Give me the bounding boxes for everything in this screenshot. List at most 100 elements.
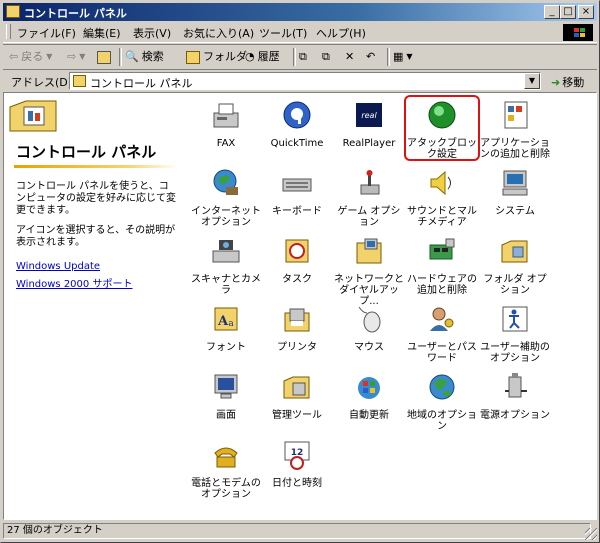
menu-edit[interactable]: 編集(E) <box>83 25 121 41</box>
control-panel-item-users-passwords[interactable]: ユーザーとパスワード <box>407 303 477 364</box>
windows-support-link[interactable]: Windows 2000 サポート <box>16 275 132 290</box>
control-panel-item-scanners-cameras[interactable]: スキャナとカメラ <box>191 235 261 296</box>
folders-icon <box>186 50 200 64</box>
control-panel-item-display[interactable]: 画面 <box>191 371 261 421</box>
control-panel-item-printers[interactable]: プリンタ <box>262 303 332 353</box>
forward-arrow-icon: ⇨ <box>67 50 77 63</box>
windows-update-link[interactable]: Windows Update <box>16 261 100 272</box>
control-panel-item-sound-multimedia[interactable]: サウンドとマルチメディア <box>407 167 477 228</box>
menu-file[interactable]: ファイル(F) <box>17 25 76 41</box>
control-panel-item-power-options[interactable]: 電源オプション <box>480 371 550 421</box>
control-panel-item-network-dialup[interactable]: ネットワークとダイヤルアップ... <box>334 235 404 307</box>
item-label: ハードウェアの追加と削除 <box>407 274 477 296</box>
item-label: 日付と時刻 <box>272 478 322 489</box>
control-panel-item-keyboard[interactable]: キーボード <box>262 167 332 217</box>
control-panel-item-fonts[interactable]: Aa フォント <box>191 303 261 353</box>
menu-grip <box>6 24 11 39</box>
item-label: システム <box>495 206 535 217</box>
item-label: フォルダ オプション <box>483 274 547 296</box>
realplayer-icon: real <box>356 103 382 127</box>
explorer-window: コントロール パネル _ □ × ファイル(F) 編集(E) 表示(V) お気に… <box>0 0 600 543</box>
item-label: ユーザー補助のオプション <box>480 342 550 364</box>
control-panel-item-add-hardware[interactable]: ハードウェアの追加と削除 <box>407 235 477 296</box>
internet-options-icon <box>213 169 238 195</box>
go-label: 移動 <box>562 76 585 89</box>
copy-to-button[interactable]: ⧉ <box>322 48 330 66</box>
control-panel-item-add-remove-programs[interactable]: アプリケーションの追加と削除 <box>480 99 550 160</box>
control-panel-item-date-time[interactable]: 12 日付と時刻 <box>262 439 332 489</box>
control-panel-item-realplayer[interactable]: real RealPlayer <box>334 99 404 149</box>
game-controller-icon <box>360 170 380 195</box>
item-label: QuickTime <box>270 138 324 149</box>
web-view-pane: コントロール パネル コントロール パネルを使うと、コンピュータの設定を好みに応… <box>4 93 182 519</box>
toolbar-separator <box>293 48 296 66</box>
item-label: フォント <box>206 342 246 353</box>
item-label: タスク <box>282 274 312 285</box>
search-button[interactable]: 🔍 検索 <box>125 48 164 66</box>
maximize-button[interactable]: □ <box>560 5 576 19</box>
back-button[interactable]: ⇦ 戻る ▼ <box>9 48 52 66</box>
control-panel-item-game-options[interactable]: ゲーム オプション <box>334 167 404 228</box>
address-input[interactable]: コントロール パネル <box>69 72 541 90</box>
standard-toolbar: ⇦ 戻る ▼ ⇨ ▼ 🔍 検索 フォルダ ◔ 履歴 ⧉ ⧉ ✕ ↶ ▦ ▼ <box>3 44 597 70</box>
folders-button[interactable]: フォルダ <box>186 48 247 66</box>
undo-button[interactable]: ↶ <box>366 48 375 66</box>
folder-options-icon <box>501 240 528 263</box>
control-panel-item-mouse[interactable]: マウス <box>334 303 404 353</box>
up-folder-icon <box>97 50 111 64</box>
control-panel-item-regional-options[interactable]: 地域のオプション <box>407 371 477 432</box>
address-dropdown-button[interactable]: ▼ <box>524 73 540 89</box>
windows-logo-icon <box>563 24 593 41</box>
phone-modem-icon <box>214 447 238 468</box>
control-panel-folder-icon <box>73 75 86 87</box>
toolbar-separator <box>387 48 390 66</box>
date-time-icon: 12 <box>284 441 310 470</box>
back-arrow-icon: ⇦ <box>9 50 19 63</box>
title-bar[interactable]: コントロール パネル _ □ × <box>3 3 597 21</box>
item-label: キーボード <box>272 206 322 217</box>
close-button[interactable]: × <box>578 5 594 19</box>
move-to-icon: ⧉ <box>299 50 307 63</box>
menu-favorites[interactable]: お気に入り(A) <box>183 25 254 41</box>
mouse-icon <box>358 306 381 333</box>
control-panel-item-auto-update[interactable]: 自動更新 <box>334 371 404 421</box>
scanner-camera-icon <box>212 240 240 263</box>
control-panel-item-system[interactable]: システム <box>480 167 550 217</box>
power-options-icon <box>505 373 527 398</box>
menu-tools[interactable]: ツール(T) <box>259 25 307 41</box>
control-panel-item-fax[interactable]: FAX <box>191 99 261 149</box>
address-bar: アドレス(D) コントロール パネル ▼ ➜ 移動 <box>3 69 597 92</box>
menu-help[interactable]: ヘルプ(H) <box>316 25 366 41</box>
views-button[interactable]: ▦ ▼ <box>393 48 413 66</box>
item-label: 自動更新 <box>349 410 389 421</box>
scheduled-tasks-icon <box>285 239 309 263</box>
search-label: 検索 <box>141 50 164 63</box>
control-panel-item-phone-modem[interactable]: 電話とモデムのオプション <box>191 439 261 500</box>
control-panel-item-attack-block[interactable]: アタックブロック設定 <box>407 99 477 160</box>
up-folder-button[interactable] <box>97 48 111 66</box>
control-panel-item-quicktime[interactable]: QuickTime <box>262 99 332 149</box>
svg-text:real: real <box>361 111 377 120</box>
control-panel-item-admin-tools[interactable]: 管理ツール <box>262 371 332 421</box>
item-label: アタックブロック設定 <box>407 138 477 160</box>
auto-update-icon <box>358 377 380 399</box>
move-to-button[interactable]: ⧉ <box>299 48 307 66</box>
control-panel-item-internet-options[interactable]: インターネット オプション <box>191 167 261 228</box>
item-label: ユーザーとパスワード <box>407 342 477 364</box>
menu-view[interactable]: 表示(V) <box>133 25 171 41</box>
go-button[interactable]: ➜ 移動 <box>551 74 584 90</box>
go-arrow-icon: ➜ <box>551 75 561 89</box>
network-icon <box>356 238 382 264</box>
history-button[interactable]: ◔ 履歴 <box>245 48 280 66</box>
forward-button[interactable]: ⇨ ▼ <box>67 48 85 66</box>
control-panel-item-folder-options[interactable]: フォルダ オプション <box>480 235 550 296</box>
minimize-button[interactable]: _ <box>544 5 560 19</box>
history-icon: ◔ <box>245 50 255 63</box>
control-panel-item-scheduled-tasks[interactable]: タスク <box>262 235 332 285</box>
control-panel-item-accessibility[interactable]: ユーザー補助のオプション <box>480 303 550 364</box>
delete-button[interactable]: ✕ <box>345 48 354 66</box>
address-label: アドレス(D) <box>11 76 73 89</box>
fonts-icon: Aa <box>214 307 238 331</box>
views-icon: ▦ <box>393 50 404 63</box>
resize-grip[interactable] <box>585 528 597 540</box>
